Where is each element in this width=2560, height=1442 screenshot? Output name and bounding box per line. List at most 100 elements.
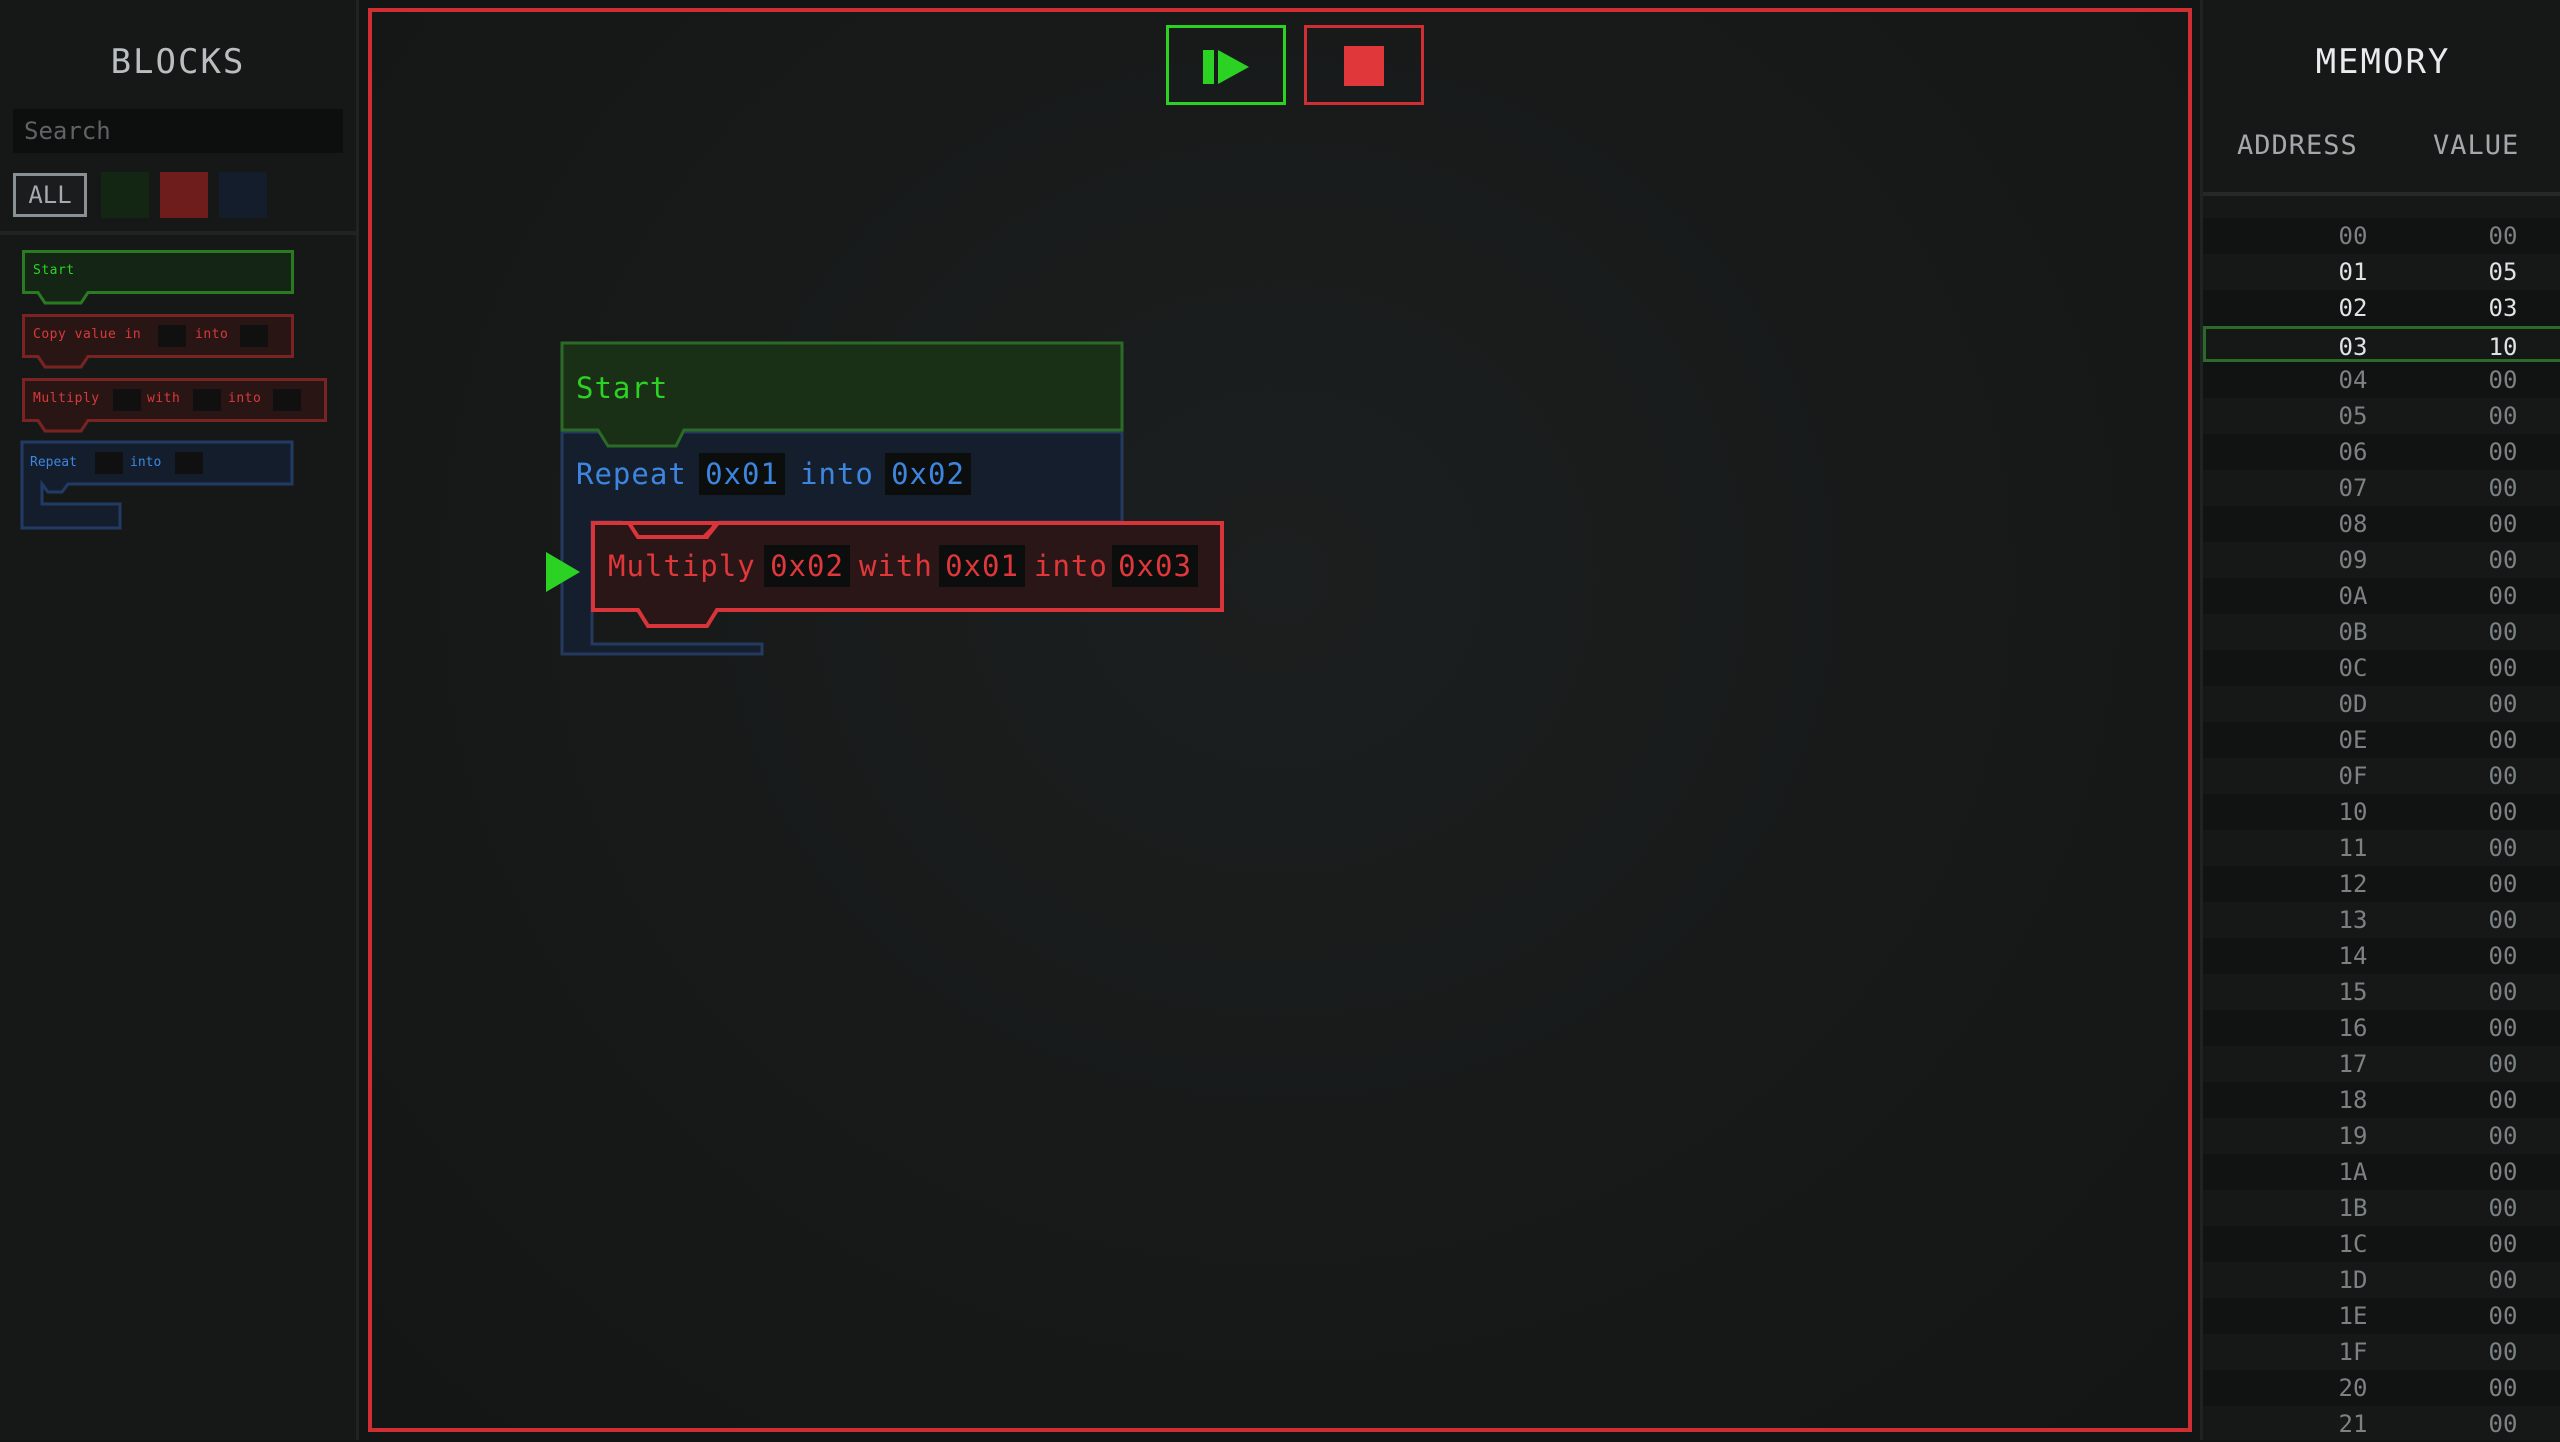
memory-value: 00 (2488, 1050, 2518, 1078)
memory-row[interactable]: 14 00 (2203, 938, 2560, 974)
memory-value: 00 (2488, 402, 2518, 430)
memory-row[interactable]: 05 00 (2203, 398, 2560, 434)
memory-row[interactable]: 18 00 (2203, 1082, 2560, 1118)
memory-value: 00 (2488, 942, 2518, 970)
memory-row[interactable]: 11 00 (2203, 830, 2560, 866)
memory-address: 07 (2338, 474, 2368, 502)
memory-row[interactable]: 01 05 (2203, 254, 2560, 290)
memory-value: 00 (2488, 618, 2518, 646)
memory-address: 02 (2338, 294, 2368, 322)
memory-row[interactable]: 12 00 (2203, 866, 2560, 902)
memory-row[interactable]: 0B 00 (2203, 614, 2560, 650)
memory-value: 10 (2488, 333, 2518, 361)
memory-value: 00 (2488, 1158, 2518, 1186)
repeat-target-param[interactable]: 0x02 (885, 453, 971, 495)
memory-row[interactable]: 15 00 (2203, 974, 2560, 1010)
memory-value: 00 (2488, 1230, 2518, 1258)
multiply-block-label: Multiply (608, 549, 756, 583)
blocks-sidebar: BLOCKS ALL Start Copy value in into Mult… (0, 0, 359, 1440)
memory-address: 06 (2338, 438, 2368, 466)
memory-row[interactable]: 17 00 (2203, 1046, 2560, 1082)
memory-row[interactable]: 00 00 (2203, 218, 2560, 254)
memory-address: 17 (2338, 1050, 2368, 1078)
filter-green-swatch[interactable] (101, 172, 149, 218)
palette-copy-notch (35, 355, 91, 369)
palette-repeat-slot-2 (175, 452, 203, 474)
repeat-into-label: into (800, 457, 874, 491)
search-input[interactable] (13, 109, 343, 153)
filter-all-button[interactable]: ALL (13, 173, 87, 217)
memory-value: 00 (2488, 438, 2518, 466)
memory-row[interactable]: 0A 00 (2203, 578, 2560, 614)
palette-copy-into: into (195, 327, 229, 342)
memory-address: 16 (2338, 1014, 2368, 1042)
memory-value: 00 (2488, 690, 2518, 718)
palette-multiply-slot-3 (273, 389, 301, 411)
memory-address: 0B (2338, 618, 2368, 646)
multiply-into-label: into (1034, 549, 1108, 583)
multiply-operand1-param[interactable]: 0x02 (764, 545, 850, 587)
memory-row[interactable]: 1F 00 (2203, 1334, 2560, 1370)
memory-address: 14 (2338, 942, 2368, 970)
memory-row[interactable]: 03 10 (2203, 326, 2560, 362)
address-column-header: ADDRESS (2237, 130, 2358, 161)
memory-row[interactable]: 19 00 (2203, 1118, 2560, 1154)
memory-value: 00 (2488, 582, 2518, 610)
memory-value: 00 (2488, 978, 2518, 1006)
memory-panel: MEMORY ADDRESS VALUE 00 00 01 05 02 03 03 10 04 0… (2200, 0, 2560, 1440)
memory-value: 00 (2488, 1410, 2518, 1438)
memory-row[interactable]: 0E 00 (2203, 722, 2560, 758)
memory-value: 00 (2488, 654, 2518, 682)
memory-table[interactable]: 00 00 01 05 02 03 03 10 04 00 05 00 06 00 07 00 08 00 09 00… (2203, 218, 2560, 1442)
memory-address: 15 (2338, 978, 2368, 1006)
memory-row[interactable]: 13 00 (2203, 902, 2560, 938)
memory-row[interactable]: 16 00 (2203, 1010, 2560, 1046)
memory-row[interactable]: 0C 00 (2203, 650, 2560, 686)
memory-row[interactable]: 10 00 (2203, 794, 2560, 830)
memory-address: 1D (2338, 1266, 2368, 1294)
filter-red-swatch[interactable] (160, 172, 208, 218)
multiply-operand2-param[interactable]: 0x01 (939, 545, 1025, 587)
memory-value: 00 (2488, 222, 2518, 250)
memory-title: MEMORY (2315, 42, 2451, 82)
memory-row[interactable]: 09 00 (2203, 542, 2560, 578)
memory-row[interactable]: 21 00 (2203, 1406, 2560, 1442)
palette-copy-block[interactable]: Copy value in into (22, 314, 294, 358)
palette-copy-slot-2 (240, 325, 268, 347)
memory-address: 21 (2338, 1410, 2368, 1438)
palette-copy-slot-1 (158, 325, 186, 347)
memory-row[interactable]: 1E 00 (2203, 1298, 2560, 1334)
program-blocks-layer (546, 341, 1224, 656)
palette-multiply-slot-1 (113, 389, 141, 411)
repeat-count-param[interactable]: 0x01 (699, 453, 785, 495)
sidebar-divider (0, 231, 356, 235)
multiply-target-param[interactable]: 0x03 (1112, 545, 1198, 587)
memory-address: 00 (2338, 222, 2368, 250)
memory-row[interactable]: 07 00 (2203, 470, 2560, 506)
filter-blue-swatch[interactable] (219, 172, 267, 218)
memory-value: 00 (2488, 1374, 2518, 1402)
memory-value: 00 (2488, 834, 2518, 862)
palette-multiply-block[interactable]: Multiply with into (22, 378, 327, 422)
memory-row[interactable]: 1C 00 (2203, 1226, 2560, 1262)
memory-row[interactable]: 20 00 (2203, 1370, 2560, 1406)
blocks-title: BLOCKS (110, 42, 246, 82)
memory-address: 19 (2338, 1122, 2368, 1150)
memory-value: 00 (2488, 1302, 2518, 1330)
memory-value: 00 (2488, 546, 2518, 574)
program-editor-canvas[interactable]: Start Repeat 0x01 into 0x02 Multiply 0x0… (368, 8, 2192, 1432)
memory-row[interactable]: 08 00 (2203, 506, 2560, 542)
memory-value: 00 (2488, 798, 2518, 826)
memory-row[interactable]: 0D 00 (2203, 686, 2560, 722)
memory-value: 00 (2488, 510, 2518, 538)
memory-row[interactable]: 04 00 (2203, 362, 2560, 398)
memory-row[interactable]: 1B 00 (2203, 1190, 2560, 1226)
memory-row[interactable]: 1A 00 (2203, 1154, 2560, 1190)
memory-row[interactable]: 02 03 (2203, 290, 2560, 326)
memory-row[interactable]: 1D 00 (2203, 1262, 2560, 1298)
memory-address: 20 (2338, 1374, 2368, 1402)
palette-start-block[interactable]: Start (22, 250, 294, 294)
memory-row[interactable]: 06 00 (2203, 434, 2560, 470)
memory-row[interactable]: 0F 00 (2203, 758, 2560, 794)
memory-address: 1A (2338, 1158, 2368, 1186)
